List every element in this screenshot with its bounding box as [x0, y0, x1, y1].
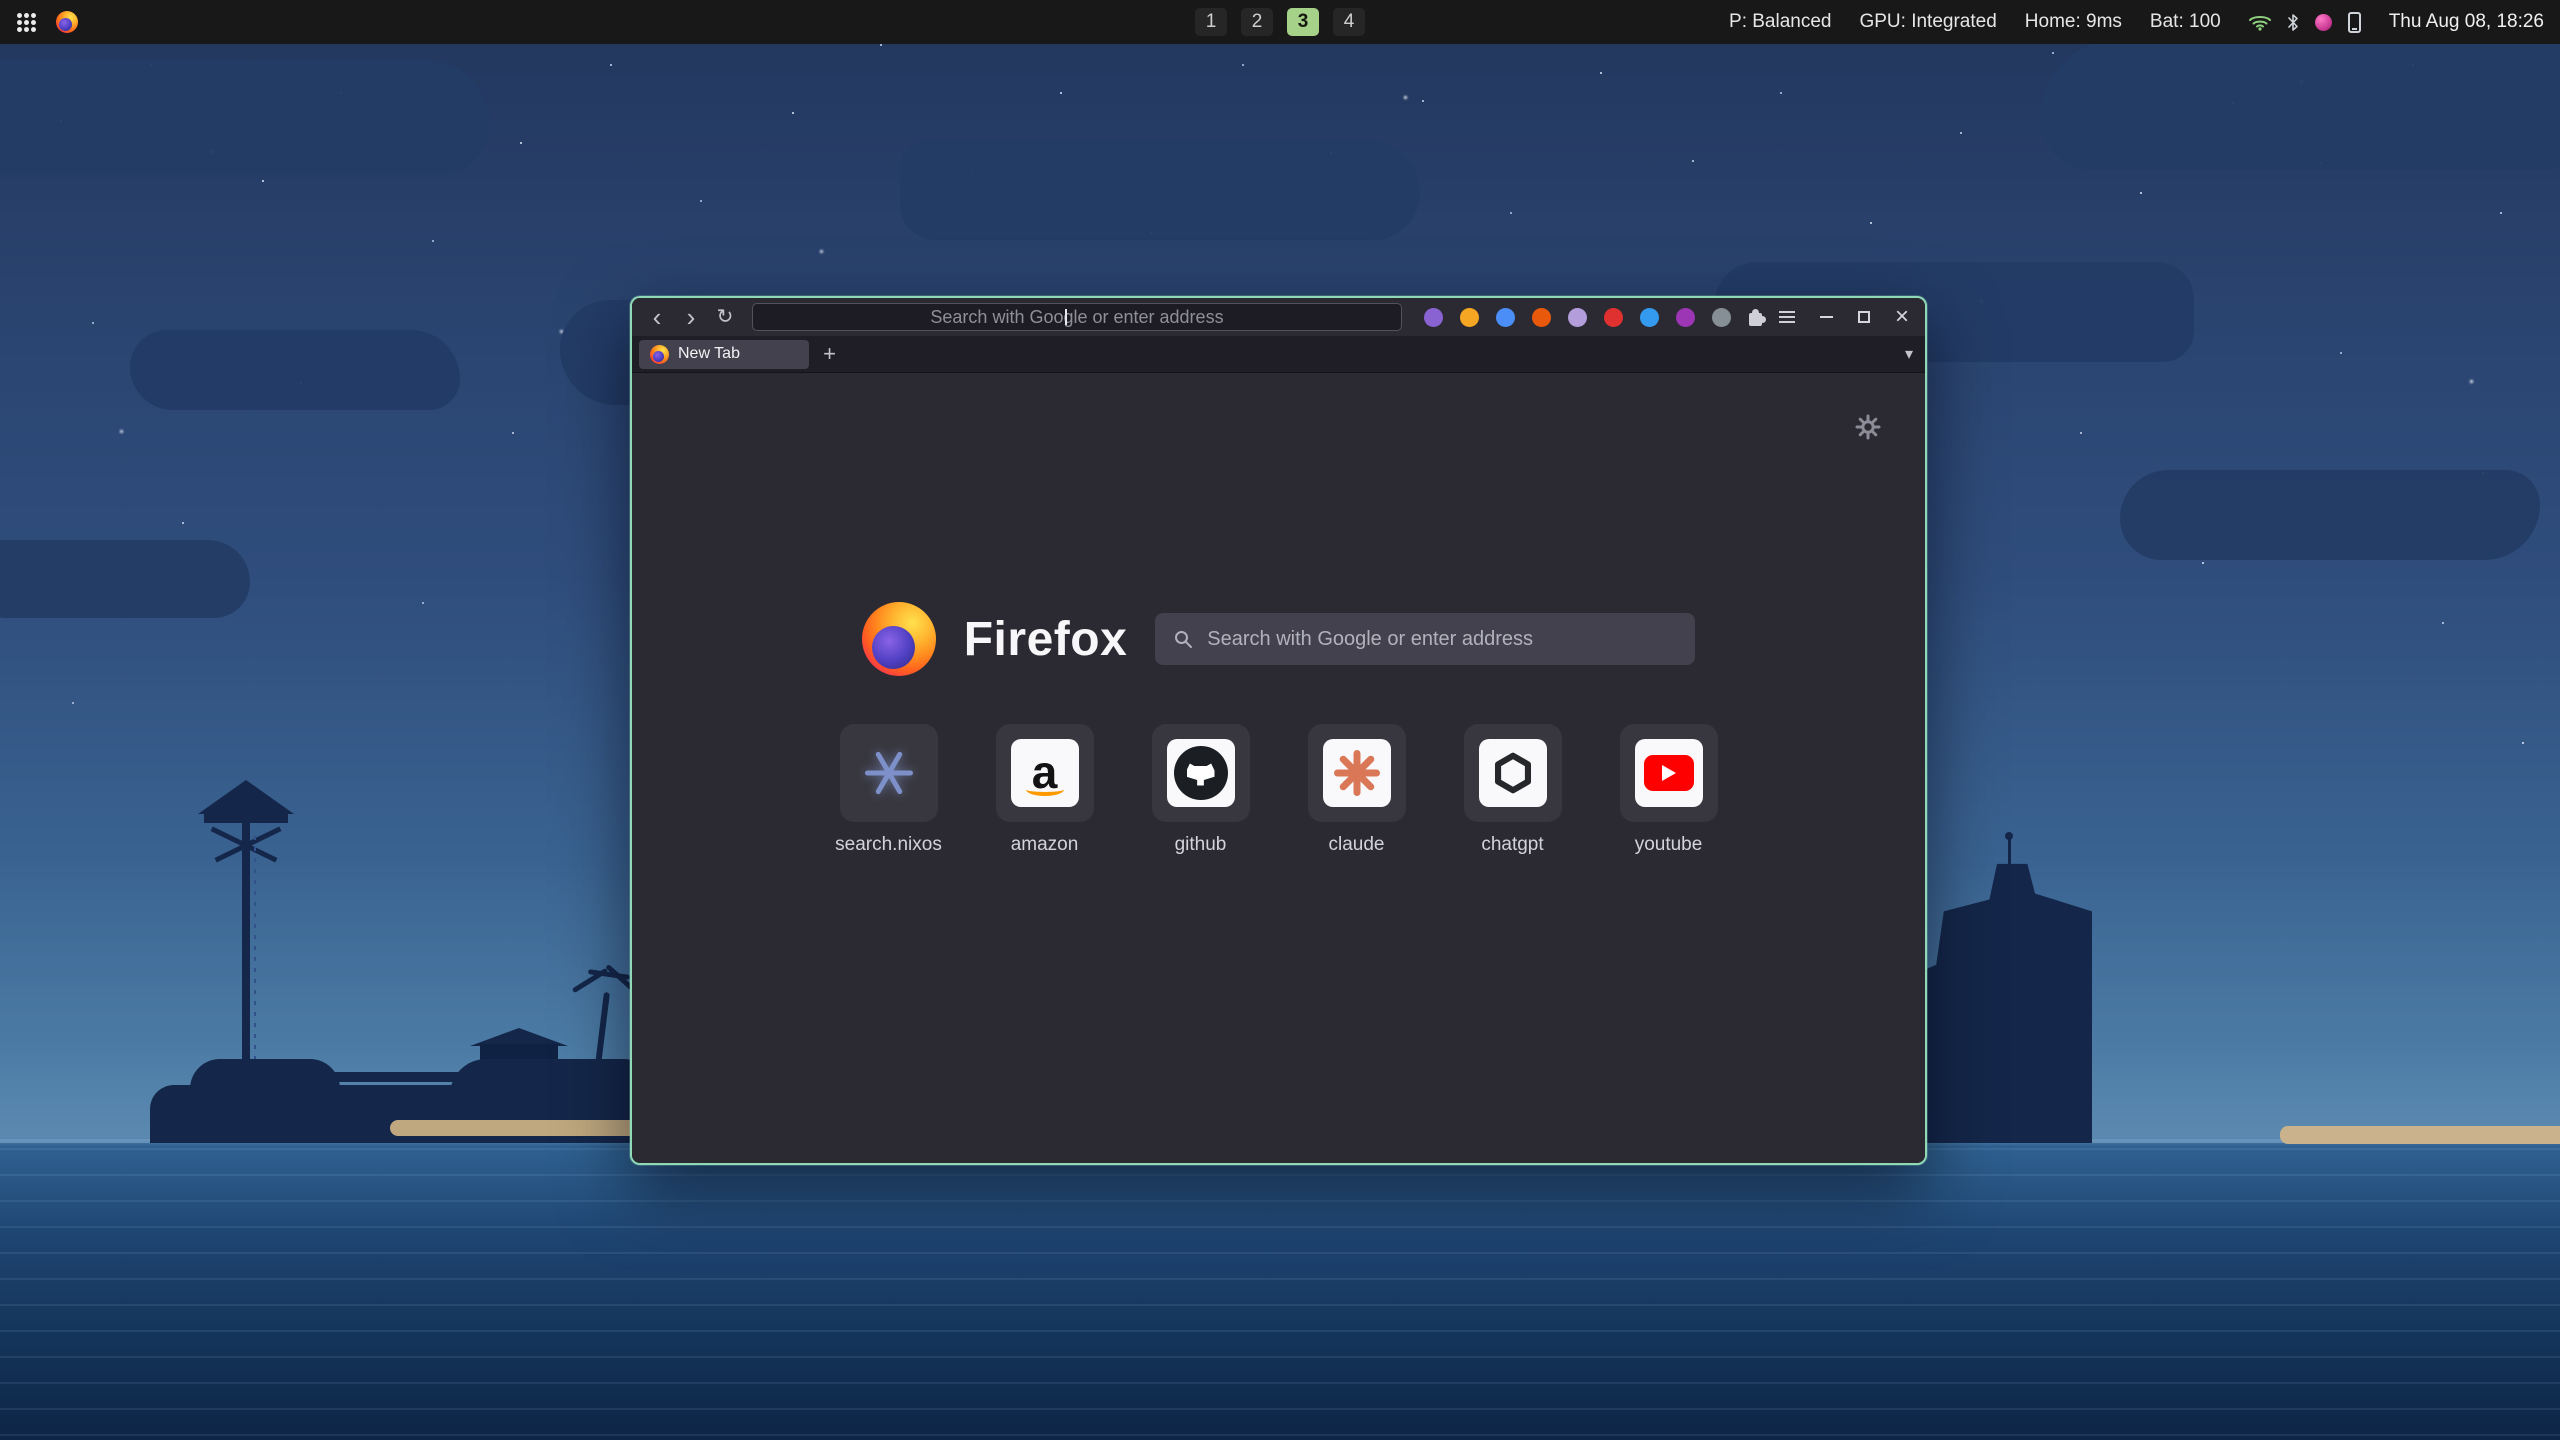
status-bar: 1 2 3 4 P: Balanced GPU: Integrated Home…	[0, 0, 2560, 44]
shortcut-label: chatgpt	[1481, 834, 1543, 856]
bluetooth-icon[interactable]	[2287, 13, 2299, 32]
shortcut-label: github	[1175, 834, 1227, 856]
forward-button[interactable]: ›	[676, 302, 706, 332]
cliff-antenna	[2008, 838, 2011, 866]
shortcut-card	[1464, 724, 1562, 822]
newtab-search-input[interactable]: Search with Google or enter address	[1155, 613, 1695, 665]
menu-hamburger-icon[interactable]	[1773, 303, 1801, 331]
clock: Thu Aug 08, 18:26	[2389, 11, 2544, 33]
extension-icon-3[interactable]	[1496, 308, 1515, 327]
shortcut-card	[840, 724, 938, 822]
statusbar-right: P: Balanced GPU: Integrated Home: 9ms Ba…	[1729, 11, 2544, 33]
extension-icon-9[interactable]	[1712, 308, 1731, 327]
shortcut-youtube[interactable]: youtube	[1614, 724, 1724, 856]
extension-icon-7[interactable]	[1640, 308, 1659, 327]
browser-toolbar: ‹ › ↻ Search with Google or enter addres…	[632, 298, 1925, 336]
text-caret	[1065, 309, 1067, 325]
beach-sand	[2280, 1126, 2560, 1144]
desktop: 3K 1 2 3 4 P: Ba	[0, 0, 2560, 1440]
cliff	[1902, 846, 2092, 1143]
close-button[interactable]: ×	[1889, 304, 1915, 330]
cliff-antenna-top	[2005, 832, 2013, 840]
firefox-window: ‹ › ↻ Search with Google or enter addres…	[630, 296, 1927, 1165]
extensions-puzzle-icon[interactable]	[1745, 305, 1769, 329]
cliff-rock	[1902, 846, 2092, 1143]
extension-icon-4[interactable]	[1532, 308, 1551, 327]
chatgpt-icon	[1479, 739, 1547, 807]
extension-icon-6[interactable]	[1604, 308, 1623, 327]
shortcut-card	[1152, 724, 1250, 822]
tab-bar: New Tab + ▾	[632, 336, 1925, 373]
extension-icon-5[interactable]	[1568, 308, 1587, 327]
shortcut-github[interactable]: github	[1146, 724, 1256, 856]
island-rocks	[190, 1059, 340, 1103]
tab-overflow-chevron-icon[interactable]: ▾	[1905, 344, 1913, 364]
reload-button[interactable]: ↻	[710, 302, 740, 332]
island-watchtower: 3K	[150, 780, 670, 1143]
workspace-2[interactable]: 2	[1241, 8, 1273, 36]
minimize-button[interactable]	[1813, 304, 1839, 330]
shortcut-label: youtube	[1635, 834, 1703, 856]
firefox-logo	[862, 602, 936, 676]
device-icon[interactable]	[2348, 12, 2361, 33]
app-launcher-icon[interactable]	[16, 12, 36, 32]
power-profile-status: P: Balanced	[1729, 11, 1831, 33]
shortcut-card	[1308, 724, 1406, 822]
newtab-search-placeholder: Search with Google or enter address	[1207, 628, 1533, 651]
cloud	[2120, 470, 2540, 560]
ocean-waves	[0, 1148, 2560, 1440]
statusbar-left	[16, 11, 78, 33]
shortcut-chatgpt[interactable]: chatgpt	[1458, 724, 1568, 856]
shortcut-label: claude	[1329, 834, 1385, 856]
tab-title: New Tab	[678, 345, 740, 363]
firefox-wordmark: Firefox	[964, 612, 1128, 667]
github-icon	[1167, 739, 1235, 807]
newtab-hero: Firefox Search with Google or enter addr…	[632, 602, 1925, 676]
claude-icon	[1323, 739, 1391, 807]
cloud	[0, 60, 490, 175]
urlbar-placeholder: Search with Google or enter address	[930, 307, 1223, 328]
wifi-icon[interactable]	[2249, 14, 2271, 31]
youtube-icon	[1635, 739, 1703, 807]
nixos-snowflake-icon	[864, 748, 914, 798]
workspaces: 1 2 3 4	[1195, 8, 1365, 36]
cloud	[0, 540, 250, 618]
gpu-status: GPU: Integrated	[1859, 11, 1996, 33]
url-bar[interactable]: Search with Google or enter address	[752, 303, 1402, 331]
search-icon	[1173, 629, 1193, 649]
shortcut-amazon[interactable]: a amazon	[990, 724, 1100, 856]
system-tray	[2249, 12, 2361, 33]
shortcut-label: search.nixos	[835, 834, 942, 856]
extension-icon-1[interactable]	[1424, 308, 1443, 327]
firefox-icon[interactable]	[56, 11, 78, 33]
ping-status: Home: 9ms	[2025, 11, 2122, 33]
cloud	[130, 330, 460, 410]
workspace-4[interactable]: 4	[1333, 8, 1365, 36]
extension-icon-8[interactable]	[1676, 308, 1695, 327]
island-rocks	[450, 1059, 650, 1109]
personalize-gear-icon[interactable]	[1855, 414, 1881, 445]
new-tab-page: Firefox Search with Google or enter addr…	[632, 374, 1925, 1163]
shortcut-claude[interactable]: claude	[1302, 724, 1412, 856]
cloud	[2040, 40, 2560, 170]
shortcut-search-nixos[interactable]: search.nixos	[834, 724, 944, 856]
battery-status: Bat: 100	[2150, 11, 2221, 33]
tab-new-tab[interactable]: New Tab	[639, 340, 809, 369]
shortcut-card	[1620, 724, 1718, 822]
maximize-button[interactable]	[1851, 304, 1877, 330]
new-tab-button[interactable]: +	[815, 340, 844, 369]
extension-icon-2[interactable]	[1460, 308, 1479, 327]
color-indicator-icon[interactable]	[2315, 14, 2332, 31]
window-controls: ×	[1813, 304, 1915, 330]
workspace-1[interactable]: 1	[1195, 8, 1227, 36]
cloud	[900, 140, 1420, 240]
shortcut-label: amazon	[1011, 834, 1079, 856]
amazon-icon: a	[1011, 739, 1079, 807]
workspace-3[interactable]: 3	[1287, 8, 1319, 36]
extension-toolbar	[1424, 308, 1731, 327]
shortcut-tiles: search.nixos a amazon	[632, 724, 1925, 856]
back-button[interactable]: ‹	[642, 302, 672, 332]
shortcut-card: a	[996, 724, 1094, 822]
tab-favicon-firefox	[650, 345, 669, 364]
